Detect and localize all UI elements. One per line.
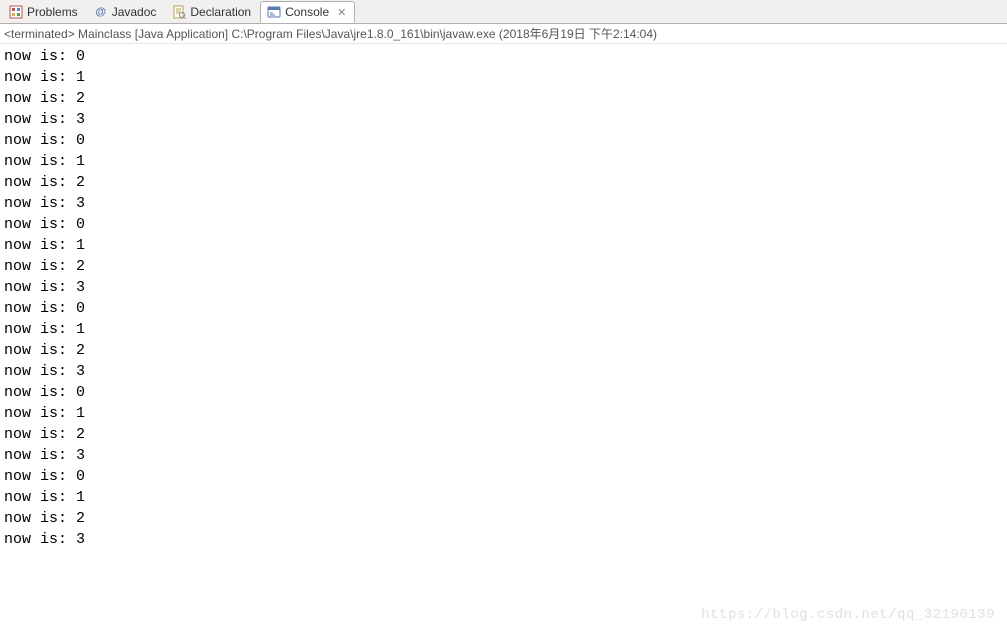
console-line: now is: 2	[4, 172, 1003, 193]
console-line: now is: 1	[4, 319, 1003, 340]
tab-javadoc[interactable]: @ Javadoc	[87, 1, 166, 23]
console-line: now is: 3	[4, 193, 1003, 214]
console-line: now is: 2	[4, 340, 1003, 361]
console-line: now is: 1	[4, 235, 1003, 256]
console-line: now is: 3	[4, 277, 1003, 298]
tab-console[interactable]: Console ✕	[260, 1, 355, 23]
console-line: now is: 1	[4, 487, 1003, 508]
tab-label: Problems	[27, 5, 78, 19]
tab-problems[interactable]: Problems	[2, 1, 87, 23]
tab-declaration[interactable]: Declaration	[165, 1, 260, 23]
tab-label: Declaration	[190, 5, 251, 19]
console-line: now is: 1	[4, 151, 1003, 172]
console-line: now is: 3	[4, 361, 1003, 382]
console-line: now is: 1	[4, 67, 1003, 88]
console-line: now is: 0	[4, 130, 1003, 151]
console-line: now is: 1	[4, 403, 1003, 424]
console-line: now is: 0	[4, 46, 1003, 67]
console-line: now is: 2	[4, 424, 1003, 445]
problems-icon	[9, 5, 23, 19]
watermark-text: https://blog.csdn.net/qq_32190139	[701, 607, 995, 623]
declaration-icon	[172, 5, 186, 19]
console-line: now is: 2	[4, 88, 1003, 109]
console-line: now is: 3	[4, 109, 1003, 130]
console-line: now is: 0	[4, 214, 1003, 235]
console-line: now is: 3	[4, 445, 1003, 466]
console-line: now is: 0	[4, 466, 1003, 487]
console-line: now is: 3	[4, 529, 1003, 550]
console-status-line: <terminated> Mainclass [Java Application…	[0, 24, 1007, 44]
console-line: now is: 2	[4, 508, 1003, 529]
tab-label: Console	[285, 5, 329, 19]
console-icon	[267, 5, 281, 19]
javadoc-icon: @	[94, 5, 108, 19]
view-tab-bar: Problems @ Javadoc Declaration	[0, 0, 1007, 24]
terminated-status-text: <terminated> Mainclass [Java Application…	[4, 25, 657, 42]
console-line: now is: 2	[4, 256, 1003, 277]
console-line: now is: 0	[4, 382, 1003, 403]
close-icon[interactable]: ✕	[337, 6, 346, 19]
console-output: now is: 0now is: 1now is: 2now is: 3now …	[0, 44, 1007, 552]
tab-label: Javadoc	[112, 5, 157, 19]
console-line: now is: 0	[4, 298, 1003, 319]
